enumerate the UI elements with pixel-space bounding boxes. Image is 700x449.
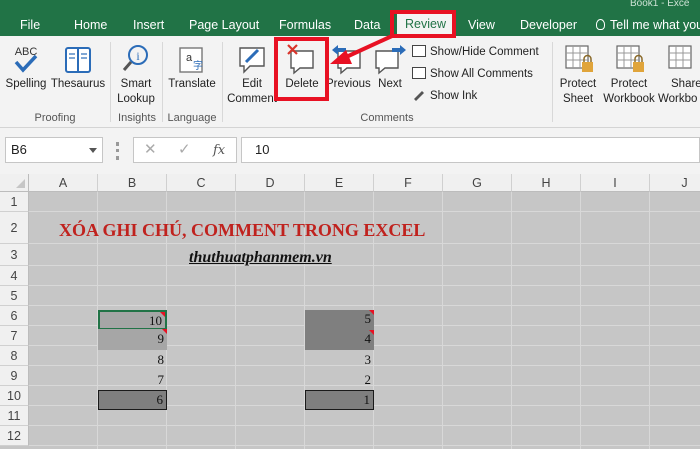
pointer-arrow-icon bbox=[330, 34, 393, 64]
excel-window: File Home Insert Page Layout Formulas Da… bbox=[0, 0, 700, 449]
